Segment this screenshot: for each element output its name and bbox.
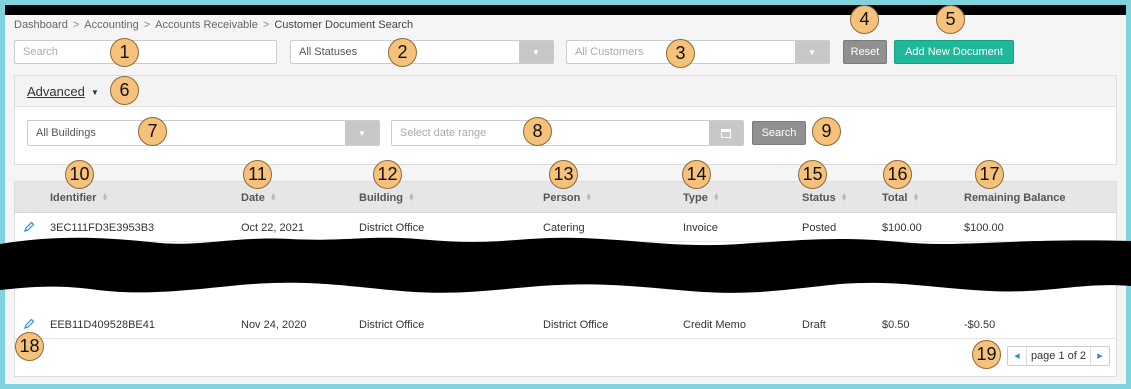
page-indicator: page 1 of 2 xyxy=(1025,347,1091,365)
prev-page-icon[interactable]: ◀ xyxy=(1008,347,1026,365)
marker-18: 18 xyxy=(15,332,44,361)
redaction-scribble xyxy=(0,237,1131,293)
next-page-icon[interactable]: ▶ xyxy=(1091,347,1109,365)
marker-15: 15 xyxy=(798,160,827,189)
status-dropdown-icon[interactable]: ▼ xyxy=(519,41,553,63)
edit-pencil-icon[interactable] xyxy=(23,221,35,233)
customer-dropdown-icon[interactable]: ▼ xyxy=(795,41,829,63)
col-type[interactable]: Type ▲ ▼ xyxy=(683,192,720,204)
breadcrumb-separator: > xyxy=(143,19,151,31)
marker-10: 10 xyxy=(65,160,94,189)
table-row[interactable]: EEB11D409528BE41 Nov 24, 2020 District O… xyxy=(15,310,1116,339)
cell-status: Draft xyxy=(802,319,826,331)
reset-button[interactable]: Reset xyxy=(843,40,887,64)
app-frame: Dashboard > Accounting > Accounts Receivable… xyxy=(5,5,1126,384)
marker-4: 4 xyxy=(850,5,879,34)
marker-17: 17 xyxy=(975,160,1004,189)
marker-3: 3 xyxy=(666,39,695,68)
sort-icon: ▲ ▼ xyxy=(408,192,415,204)
marker-13: 13 xyxy=(549,160,578,189)
customer-placeholder: All Customers xyxy=(575,46,644,58)
building-dropdown-icon[interactable]: ▼ xyxy=(345,121,379,145)
col-person[interactable]: Person ▲ ▼ xyxy=(543,192,592,204)
breadcrumb-accounting[interactable]: Accounting xyxy=(84,19,138,31)
cell-type: Invoice xyxy=(683,222,718,234)
sort-icon: ▲ ▼ xyxy=(101,192,109,204)
cell-type: Credit Memo xyxy=(683,319,746,331)
breadcrumb-accounts-receivable[interactable]: Accounts Receivable xyxy=(155,19,258,31)
breadcrumb-dashboard[interactable]: Dashboard xyxy=(14,19,68,31)
cell-building: District Office xyxy=(359,319,425,331)
sort-icon: ▲ ▼ xyxy=(585,192,593,204)
date-range-input[interactable]: Select date range xyxy=(391,120,744,146)
marker-14: 14 xyxy=(682,160,711,189)
building-placeholder: All Buildings xyxy=(36,127,96,139)
marker-12: 12 xyxy=(373,160,402,189)
caret-down-icon[interactable]: ▼ xyxy=(91,88,99,97)
col-remaining-balance[interactable]: Remaining Balance xyxy=(964,192,1065,204)
cell-total: $100.00 xyxy=(882,222,922,234)
search-button[interactable]: Search xyxy=(752,121,806,145)
advanced-panel: Advanced ▼ All Buildings ▼ Select date r… xyxy=(14,75,1117,165)
edit-pencil-icon[interactable] xyxy=(23,318,35,330)
calendar-icon[interactable] xyxy=(709,121,743,145)
breadcrumb: Dashboard > Accounting > Accounts Receivable… xyxy=(14,19,413,31)
cell-building: District Office xyxy=(359,222,425,234)
sort-icon: ▲ ▼ xyxy=(712,192,720,204)
col-date[interactable]: Date ▲ ▼ xyxy=(241,192,277,204)
add-new-document-button[interactable]: Add New Document xyxy=(894,40,1014,64)
cell-remaining-balance: $100.00 xyxy=(964,222,1004,234)
marker-16: 16 xyxy=(883,160,912,189)
breadcrumb-separator: > xyxy=(262,19,270,31)
status-select[interactable]: All Statuses ▼ xyxy=(290,40,554,64)
cell-date: Nov 24, 2020 xyxy=(241,319,307,331)
advanced-toggle[interactable]: Advanced xyxy=(27,84,85,99)
customer-select[interactable]: All Customers ▼ xyxy=(566,40,830,64)
marker-9: 9 xyxy=(812,117,841,146)
cell-person: District Office xyxy=(543,319,609,331)
building-select[interactable]: All Buildings ▼ xyxy=(27,120,380,146)
col-building[interactable]: Building ▲ ▼ xyxy=(359,192,415,204)
col-identifier[interactable]: Identifier ▲ ▼ xyxy=(50,192,108,204)
cell-identifier: 3EC111FD3E3953B3 xyxy=(50,222,155,234)
sort-icon: ▲ ▼ xyxy=(840,192,848,204)
marker-5: 5 xyxy=(936,5,965,34)
col-total[interactable]: Total ▲ ▼ xyxy=(882,192,919,204)
search-placeholder: Search xyxy=(23,46,58,58)
marker-8: 8 xyxy=(523,117,552,146)
breadcrumb-separator: > xyxy=(72,19,80,31)
sort-icon: ▲ ▼ xyxy=(269,192,277,204)
breadcrumb-current: Customer Document Search xyxy=(274,19,414,31)
cell-identifier: EEB11D409528BE41 xyxy=(50,319,155,331)
cell-status: Posted xyxy=(802,222,837,234)
marker-6: 6 xyxy=(110,76,139,105)
advanced-header: Advanced ▼ xyxy=(15,76,1116,107)
date-range-placeholder: Select date range xyxy=(400,127,487,139)
marker-11: 11 xyxy=(243,160,272,189)
cell-remaining-balance: -$0.50 xyxy=(964,319,996,331)
marker-19: 19 xyxy=(972,340,1001,369)
pagination: ◀ page 1 of 2 ▶ xyxy=(1006,346,1110,366)
search-input[interactable]: Search xyxy=(14,40,277,64)
col-status[interactable]: Status ▲ ▼ xyxy=(802,192,848,204)
marker-2: 2 xyxy=(388,38,417,67)
sort-icon: ▲ ▼ xyxy=(912,192,920,204)
cell-date: Oct 22, 2021 xyxy=(241,222,304,234)
marker-7: 7 xyxy=(138,117,167,146)
status-value: All Statuses xyxy=(299,46,358,58)
cell-person: Catering xyxy=(543,222,585,234)
marker-1: 1 xyxy=(110,38,139,67)
cell-total: $0.50 xyxy=(882,319,910,331)
